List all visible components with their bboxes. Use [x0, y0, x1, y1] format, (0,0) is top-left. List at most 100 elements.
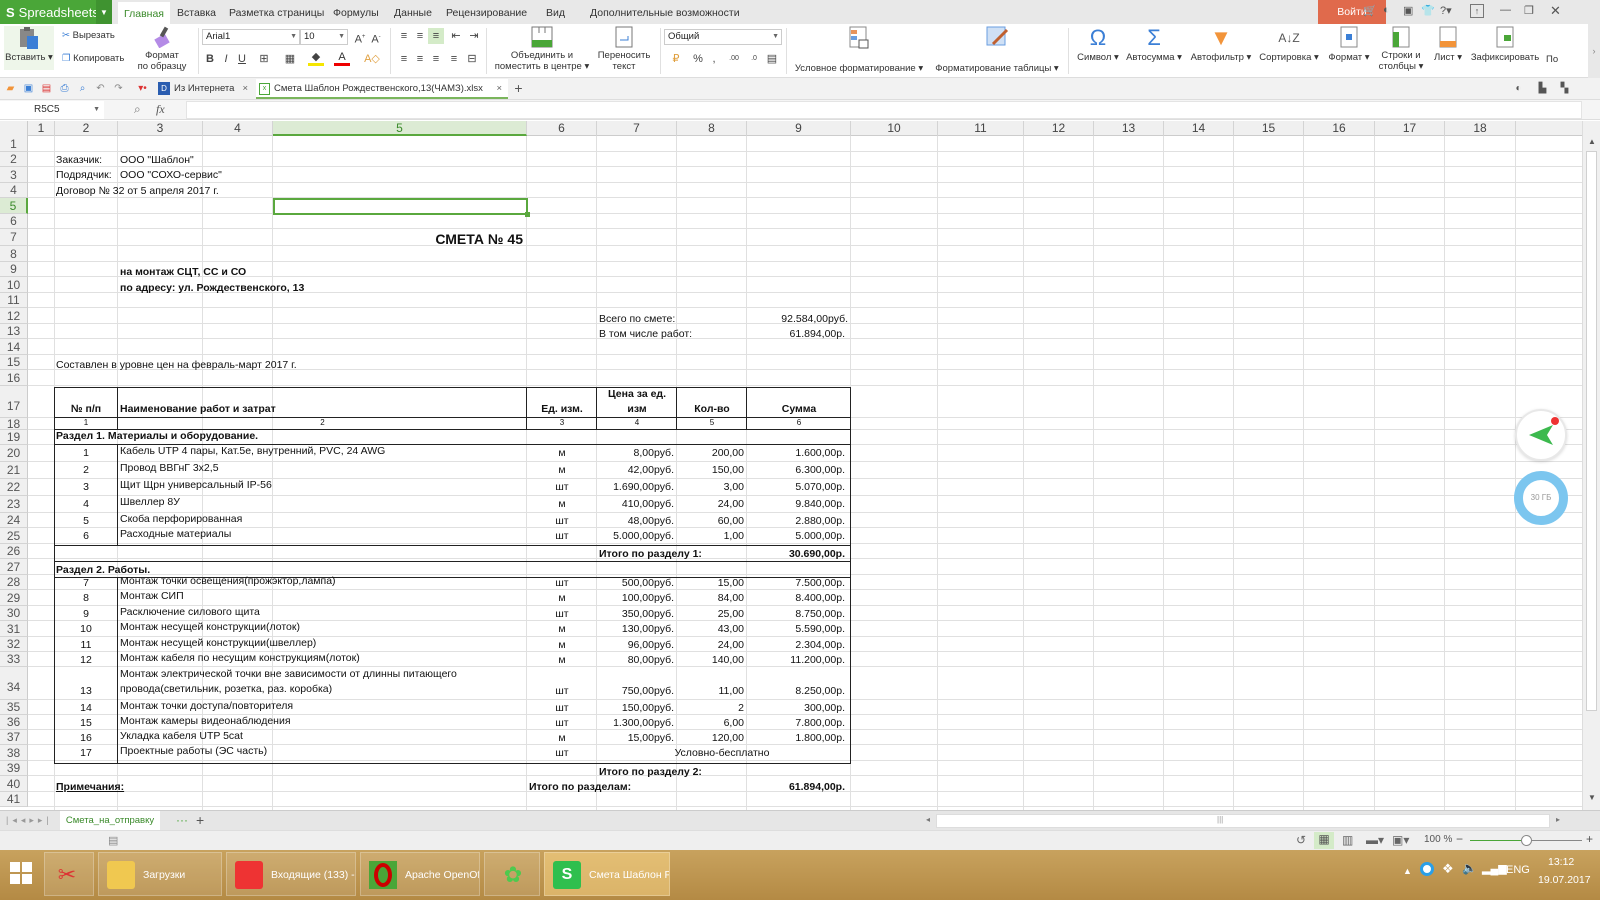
row-header[interactable]: 7 [0, 229, 28, 246]
item-name[interactable]: Монтаж точки доступа/повторителя [120, 700, 293, 712]
item-price[interactable]: 410,00руб. [597, 498, 674, 510]
conditional-format-button[interactable]: Условное форматирование ▾ [792, 26, 926, 74]
tab-data[interactable]: Данные [388, 0, 438, 24]
header-number-5[interactable]: 5 [677, 418, 747, 427]
taskbar-icq[interactable]: ✿ [484, 852, 540, 896]
row-header[interactable]: 5 [0, 198, 28, 214]
item-unit[interactable]: м [527, 654, 597, 666]
item-sum[interactable]: 8.750,00р. [747, 608, 845, 620]
underline-icon[interactable]: U [234, 51, 250, 67]
row-header[interactable]: 15 [0, 355, 28, 370]
page-break-view-icon[interactable]: ▥ [1342, 833, 1353, 847]
sheet-tab[interactable]: Смета_на_отправку [60, 811, 160, 831]
item-unit[interactable]: м [527, 639, 597, 651]
page-layout-view-icon[interactable]: ▬▾ [1366, 833, 1384, 847]
font-color-icon[interactable]: A [334, 51, 350, 66]
column-header[interactable]: 1 [28, 121, 55, 136]
export-pdf-icon[interactable]: ▤ [40, 82, 53, 95]
item-number[interactable]: 8 [54, 592, 118, 604]
row-header[interactable]: 31 [0, 621, 28, 637]
signal-icon[interactable]: ▂▄▆ [1482, 862, 1507, 875]
item-qty[interactable]: 24,00 [677, 639, 744, 651]
item-sum[interactable]: 300,00р. [747, 702, 845, 714]
item-unit[interactable]: шт [527, 515, 597, 527]
close-tab-icon[interactable]: × [496, 79, 502, 99]
more-ribbon-button[interactable]: По [1546, 54, 1558, 65]
item-price[interactable]: 80,00руб. [597, 654, 674, 666]
item-number[interactable]: 5 [54, 515, 118, 527]
normal-view-icon[interactable]: ▦ [1314, 832, 1334, 849]
clock-date[interactable]: 19.07.2017 [1538, 874, 1591, 886]
column-header[interactable]: 3 [118, 121, 203, 136]
tab-page-layout[interactable]: Разметка страницы [223, 0, 330, 24]
item-sum[interactable]: 8.400,00р. [747, 592, 845, 604]
feedback-icon[interactable]: ▚ [1558, 82, 1571, 95]
row-header[interactable]: 25 [0, 528, 28, 544]
column-header[interactable]: 14 [1164, 121, 1234, 136]
open-folder-icon[interactable]: ▰ [4, 82, 17, 95]
bold-icon[interactable]: B [202, 51, 218, 67]
a-icon[interactable]: ▣ [1403, 4, 1413, 17]
item-sum[interactable]: 1.600,00р. [747, 447, 845, 459]
print-preview-icon[interactable]: ⌕ [76, 82, 89, 95]
customize-icon[interactable]: ▾• [136, 82, 149, 95]
row-header[interactable]: 19 [0, 430, 28, 445]
maximize-icon[interactable]: ❐ [1524, 4, 1534, 17]
item-qty[interactable]: 120,00 [677, 732, 744, 744]
header-name[interactable]: Наименование работ и затрат [120, 403, 276, 415]
align-top-icon[interactable]: ≡ [396, 28, 412, 44]
cart-icon[interactable]: 🛒 [1363, 4, 1377, 17]
tab-view[interactable]: Вид [540, 0, 571, 24]
column-header[interactable]: 13 [1094, 121, 1164, 136]
column-header[interactable]: 16 [1304, 121, 1375, 136]
item-qty[interactable]: 24,00 [677, 498, 744, 510]
row-header[interactable]: 12 [0, 308, 28, 324]
grand-total-label[interactable]: Итого по разделам: [529, 781, 631, 793]
volume-icon[interactable]: 🔈 [1462, 861, 1477, 875]
item-price[interactable]: 1.300,00руб. [597, 717, 674, 729]
item-number[interactable]: 2 [54, 464, 118, 476]
item-number[interactable]: 17 [54, 747, 118, 759]
close-icon[interactable]: ✕ [1550, 3, 1561, 19]
item-unit[interactable]: шт [527, 608, 597, 620]
item-unit[interactable]: шт [527, 530, 597, 542]
app-menu-button[interactable]: S Spreadsheets ▼ [0, 0, 112, 24]
customer-value[interactable]: ООО "Шаблон" [120, 154, 194, 166]
column-header[interactable]: 11 [938, 121, 1024, 136]
decrease-decimal-icon[interactable]: .0 [746, 51, 762, 67]
currency-icon[interactable]: ₽ [668, 51, 684, 67]
column-header[interactable]: 12 [1024, 121, 1094, 136]
item-number[interactable]: 4 [54, 498, 118, 510]
tab-insert[interactable]: Вставка [171, 0, 222, 24]
row-header[interactable]: 10 [0, 277, 28, 293]
shrink-font-icon[interactable]: A- [368, 29, 384, 46]
item-qty[interactable]: 6,00 [677, 717, 744, 729]
item-sum[interactable]: 2.304,00р. [747, 639, 845, 651]
item-unit[interactable]: м [527, 732, 597, 744]
row-header[interactable]: 27 [0, 559, 28, 575]
row-header[interactable]: 35 [0, 700, 28, 715]
item-unit[interactable]: м [527, 623, 597, 635]
row-header[interactable]: 21 [0, 462, 28, 479]
item-name[interactable]: Монтаж СИП [120, 590, 184, 602]
item-qty[interactable]: 60,00 [677, 515, 744, 527]
rows-columns-button[interactable]: Строки и столбцы ▾ [1376, 26, 1426, 72]
row-header[interactable]: 33 [0, 652, 28, 667]
contractor-value[interactable]: ООО "СОХО-сервис" [120, 169, 222, 181]
increase-decimal-icon[interactable]: .00 [726, 51, 742, 67]
row-header[interactable]: 40 [0, 776, 28, 792]
header-sum[interactable]: Сумма [747, 403, 851, 415]
column-header[interactable]: 6 [527, 121, 597, 136]
item-unit[interactable]: шт [527, 747, 597, 759]
estimate-title[interactable]: СМЕТА № 45 [273, 231, 523, 247]
item-sum[interactable]: 9.840,00р. [747, 498, 845, 510]
header-price-1[interactable]: Цена за ед. [597, 388, 677, 400]
item-number[interactable]: 15 [54, 717, 118, 729]
tab-home[interactable]: Главная [118, 0, 170, 24]
grow-font-icon[interactable]: A+ [352, 29, 368, 46]
notes-label[interactable]: Примечания: [56, 781, 124, 793]
disk-space-widget[interactable]: 30 ГБ [1514, 471, 1568, 525]
item-name[interactable]: Монтаж камеры видеонаблюдения [120, 715, 291, 727]
item-price[interactable]: 5.000,00руб. [597, 530, 674, 542]
undo-icon[interactable]: ↶ [94, 82, 107, 95]
